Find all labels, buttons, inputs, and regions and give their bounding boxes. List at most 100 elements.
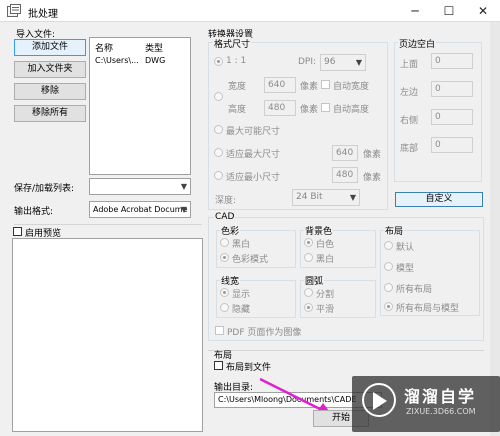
window-title: 批处理 xyxy=(28,9,58,20)
auto-height-label: 自动高度 xyxy=(333,105,370,115)
lineweight-show-radio[interactable] xyxy=(220,288,229,297)
layout-default-radio[interactable] xyxy=(384,241,393,250)
output-format-select[interactable]: Adobe Acrobat Docume ▼ xyxy=(89,201,191,218)
layout-all-model-radio[interactable] xyxy=(384,302,393,311)
lineweight-label: 线宽 xyxy=(220,274,241,287)
pdf-page-image-label: PDF 页面作为图像 xyxy=(227,328,302,338)
auto-height-checkbox[interactable] xyxy=(321,103,330,112)
chevron-down-icon: ▼ xyxy=(355,58,362,67)
list-item[interactable]: C:\Users\... DWG xyxy=(90,53,190,68)
chevron-down-icon: ▼ xyxy=(349,193,356,202)
margin-top-label: 上面 xyxy=(400,60,419,70)
margin-bottom-label: 底部 xyxy=(400,144,419,154)
fit-min-input[interactable]: 480 xyxy=(332,167,358,183)
layout-to-file-label: 布局到文件 xyxy=(226,363,272,373)
max-possible-radio[interactable] xyxy=(214,125,223,134)
bg-white-label: 白色 xyxy=(316,240,335,250)
watermark-title: 溜溜自学 xyxy=(404,387,477,406)
bg-white-radio[interactable] xyxy=(304,238,313,247)
custom-size-radio[interactable] xyxy=(214,92,223,101)
arc-label: 圆弧 xyxy=(304,274,325,287)
file-name: C:\Users\... xyxy=(95,56,139,65)
width-input[interactable]: 640 xyxy=(264,77,296,93)
margin-top-input[interactable]: 0 xyxy=(431,53,473,69)
depth-label: 深度: xyxy=(215,196,237,206)
auto-width-label: 自动宽度 xyxy=(333,82,370,92)
color-mode-radio[interactable] xyxy=(220,253,229,262)
play-logo-icon xyxy=(362,383,396,417)
arc-split-label: 分割 xyxy=(316,290,335,300)
right-scrollbar[interactable] xyxy=(490,22,500,436)
divider xyxy=(14,224,202,225)
dpi-select[interactable]: 96 ▼ xyxy=(320,54,366,71)
layout-all-model-label: 所有布局与模型 xyxy=(396,304,460,314)
auto-width-checkbox[interactable] xyxy=(321,80,330,89)
bg-bw-label: 黑白 xyxy=(316,255,335,265)
fit-min-label: 适应最小尺寸 xyxy=(226,173,281,183)
color-mode-label: 色彩模式 xyxy=(232,255,269,265)
max-possible-label: 最大可能尺寸 xyxy=(226,127,281,137)
fit-max-label: 适应最大尺寸 xyxy=(226,150,281,160)
ratio-label: 1 : 1 xyxy=(226,56,247,66)
format-size-label: 格式尺寸 xyxy=(213,37,252,50)
preview-area xyxy=(12,238,203,432)
margin-right-input[interactable]: 0 xyxy=(431,109,473,125)
enable-preview-checkbox[interactable] xyxy=(13,227,22,236)
color-label: 色彩 xyxy=(220,224,241,237)
file-type: DWG xyxy=(145,56,166,65)
height-unit: 像素 xyxy=(300,105,319,115)
chevron-down-icon: ▼ xyxy=(180,182,187,191)
lineweight-show-label: 显示 xyxy=(232,290,251,300)
minimize-button[interactable]: ─ xyxy=(398,0,432,22)
width-label: 宽度 xyxy=(228,82,247,92)
arc-smooth-radio[interactable] xyxy=(304,303,313,312)
ratio-radio[interactable] xyxy=(214,57,223,66)
lineweight-hide-label: 隐藏 xyxy=(232,305,251,315)
add-folder-button[interactable]: 加入文件夹 xyxy=(14,61,86,78)
close-button[interactable]: ✕ xyxy=(466,0,500,22)
fit-min-radio[interactable] xyxy=(214,171,223,180)
page-margin-label: 页边空白 xyxy=(398,37,437,50)
layout-to-file-checkbox[interactable] xyxy=(214,361,223,370)
depth-select[interactable]: 24 Bit ▼ xyxy=(292,189,360,206)
divider xyxy=(208,350,484,351)
remove-all-button[interactable]: 移除所有 xyxy=(14,105,86,122)
margin-right-label: 右侧 xyxy=(400,116,419,126)
layout-model-label: 模型 xyxy=(396,264,415,274)
fit-max-unit: 像素 xyxy=(363,150,382,160)
arc-smooth-label: 平滑 xyxy=(316,305,335,315)
layout-default-label: 默认 xyxy=(396,243,415,253)
save-load-list-select[interactable]: ▼ xyxy=(89,178,191,195)
custom-button[interactable]: 自定义 xyxy=(395,192,483,207)
lineweight-hide-radio[interactable] xyxy=(220,303,229,312)
layout-model-radio[interactable] xyxy=(384,262,393,271)
file-list[interactable]: 名称 类型 C:\Users\... DWG xyxy=(89,37,191,175)
fit-max-radio[interactable] xyxy=(214,148,223,157)
watermark: 溜溜自学 ZIXUE.3D66.COM xyxy=(352,376,500,432)
arc-split-radio[interactable] xyxy=(304,288,313,297)
width-unit: 像素 xyxy=(300,82,319,92)
color-bw-radio[interactable] xyxy=(220,238,229,247)
margin-left-input[interactable]: 0 xyxy=(431,81,473,97)
remove-button[interactable]: 移除 xyxy=(14,83,86,100)
maximize-button[interactable]: ☐ xyxy=(432,0,466,22)
layout-all-radio[interactable] xyxy=(384,283,393,292)
bg-bw-radio[interactable] xyxy=(304,253,313,262)
cad-layout-label: 布局 xyxy=(384,224,405,237)
cad-label: CAD xyxy=(214,212,236,222)
dpi-label: DPI: xyxy=(298,57,317,67)
margin-left-label: 左边 xyxy=(400,88,419,98)
add-file-button[interactable]: 添加文件 xyxy=(14,39,86,56)
color-bw-label: 黑白 xyxy=(232,240,251,250)
background-label: 背景色 xyxy=(304,224,334,237)
chevron-down-icon: ▼ xyxy=(180,205,187,214)
app-icon xyxy=(7,4,21,17)
output-format-label: 输出格式: xyxy=(14,207,54,217)
save-load-list-label: 保存/加载列表: xyxy=(14,184,75,194)
layout-all-label: 所有布局 xyxy=(396,285,433,295)
pdf-page-image-checkbox[interactable] xyxy=(215,326,224,335)
margin-bottom-input[interactable]: 0 xyxy=(431,137,473,153)
title-bar: 批处理 ─ ☐ ✕ xyxy=(0,0,500,22)
fit-max-input[interactable]: 640 xyxy=(332,145,358,161)
height-input[interactable]: 480 xyxy=(264,100,296,116)
